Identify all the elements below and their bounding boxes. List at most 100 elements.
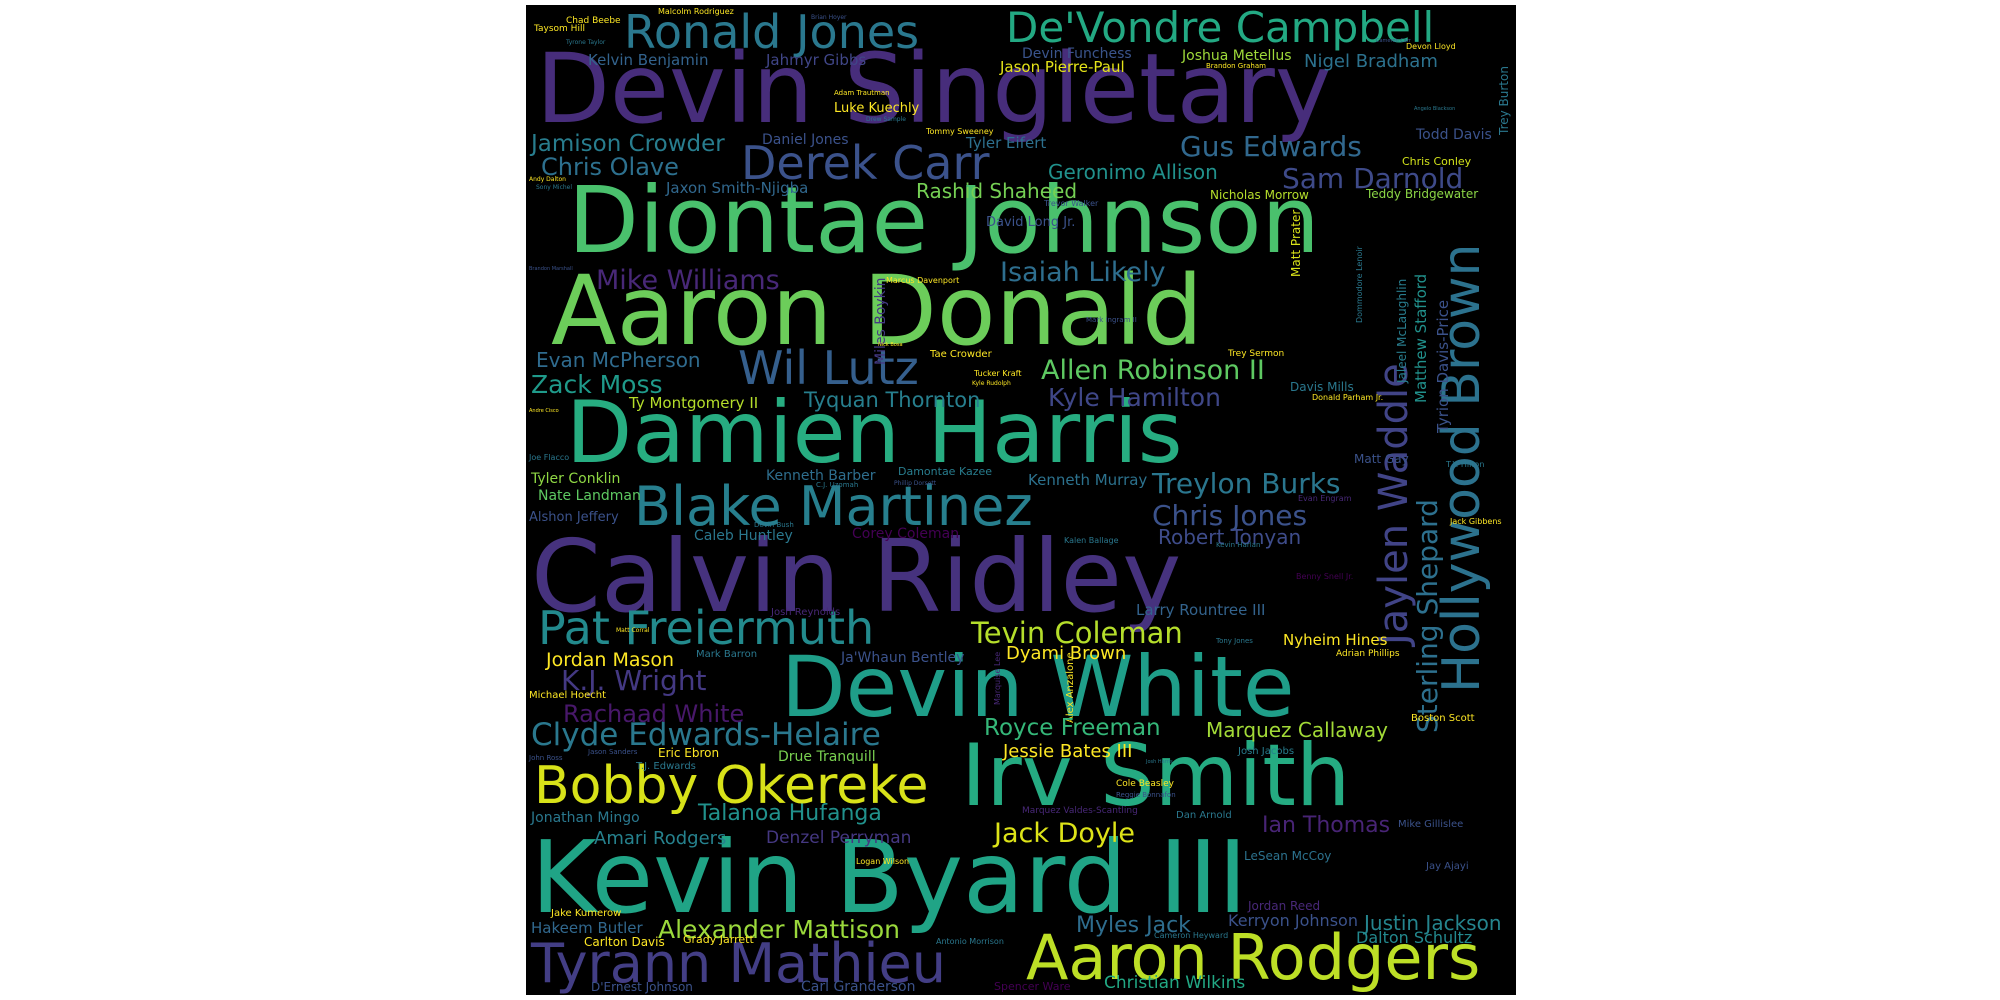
word-trey-sermon: Marcus Davenport [886,276,960,285]
word-malcolm-rodriguez: Malcolm Rodriguez [658,7,734,16]
word-grady-jarrett: Grady Jarrett [683,933,754,946]
word-jay-ajayi: Jay Ajayi [1426,861,1469,872]
word-miles-boykin: Miles Boykin [873,277,889,365]
word-jonathan-mingo: Jonathan Mingo [531,810,640,826]
word-dan-arnold: Dan Arnold [1176,810,1232,821]
word-tyler-conklin: Tyler Conklin [531,471,621,487]
word-tucker-kraft: Tucker Kraft [974,369,1022,378]
word-evan-engram: T.Y. Hilton [1446,460,1485,469]
word-joe-flacco: Joe Flacco [529,453,570,462]
word-marquise-lee: Evan Engram [1298,494,1352,503]
word-marquez-valdes-scantling: Marquez Valdes-Scantling [1022,806,1138,816]
word-carlton-davis: Carlton Davis [584,935,665,949]
word-evan-mcpherson: Evan McPherson [536,348,701,372]
word-trevor-walker: Brandon Graham [1206,62,1266,70]
word-dyami-brown: Dyami Brown [1006,643,1127,664]
word-donald-parham: Mark Ingram II [1086,316,1137,324]
word-gus-edwards: Gus Edwards [1180,130,1362,163]
word-matt-prater: Matt Prater [1289,209,1303,277]
word-adrian-phillips: Adrian Phillips [1336,649,1400,659]
word-devin-bush: Tony Jones [1216,637,1253,645]
word-nick-bosa: Josh Harris [1146,759,1173,765]
word-jaleel-mclaughlin: Jaleel McLaughlin [1395,278,1409,383]
word-matt-gay: Matt Gay [1354,452,1409,466]
word-adam-trautman: Andy Dalton [529,176,566,183]
word-luke-kuechly: Luke Kuechly [834,101,920,116]
word-antonio-morrison: Antonio Morrison [936,937,1004,946]
word-amari-rodgers: Amari Rodgers [594,828,727,849]
word-jaxon-smith-njigba: Jaxon Smith-Njigba [666,179,809,197]
word-matthew-stafford: Matthew Stafford [1412,273,1430,403]
word-mike-williams: Mike Williams [596,265,780,296]
word-drue-tranquill: Drue Tranquill [778,749,876,765]
word-davis-mills: Davis Mills [1290,380,1354,394]
word-eric-ebron: Eric Ebron [658,746,720,760]
word-jordan-reed: Jordan Reed [1248,899,1321,913]
word-nigel-bradham: Nigel Bradham [1304,51,1438,72]
word-brian-hoyer: Cameron Carr [1376,38,1411,44]
word-matt-corral: Devin Bush [754,521,794,529]
word-alshon-jeffery: Alshon Jeffery [529,510,619,525]
word-mike-gillislee: Mike Gillislee [1398,819,1464,830]
word-kelvin-benjamin: Kelvin Benjamin [588,51,709,69]
word-jordan-mason: Jordan Mason [546,649,675,671]
word-drew-sample: Sony Michel [536,184,573,191]
word-trey-burton: Trey Burton [1497,66,1511,135]
word-kyle-hamilton: Kyle Hamilton [1048,383,1221,412]
word-nyheim-hines: Nyheim Hines [1283,631,1388,649]
word-sterling-shepard: Sterling Shepard [1411,499,1444,733]
word-joshua-metellus: Joshua Metellus [1182,48,1292,64]
word-talanoa-hufanga: Talanoa Hufanga [698,801,882,826]
word-michael-hoecht: Michael Hoecht [529,690,607,701]
word-josh-reynolds: Josh Reynolds [771,607,841,618]
word-kenneth-murray: Kenneth Murray [1028,471,1148,489]
word-devondre-campbell: De'Vondre Campbell [1006,5,1435,52]
word-john-ross: Chad Beebe [566,16,621,26]
word-damontae-kazee: Damontae Kazee [898,465,993,478]
word-tyrone-taylor: Angelo Blackson [1414,106,1456,112]
word-kalen-ballage: Kalen Ballage [1064,536,1119,545]
word-christian-wilkins: Christian Wilkins [1104,973,1246,993]
word-brandon-marshall: Tae Crowder [930,349,992,360]
word-jack-gibbens: Jack Gibbens [1450,517,1502,526]
word-corey-coleman: Corey Coleman [852,526,960,542]
word-cloud: Devin Singletary Diontae Johnson Aaron D… [526,5,1516,995]
word-tae-crowder: Reggie Bonnafon [1116,791,1176,799]
word-dalton-schultz: Dalton Schultz [1356,928,1473,947]
word-dernest-johnson: D'Ernest Johnson [591,980,693,994]
word-phillip-dorsett: Nick Bosa [878,342,903,348]
word-dommodore-lenoir: Devon Lloyd [1406,42,1456,51]
word-david-long: David Long Jr. [986,215,1076,230]
word-marquez-callaway: Marquez Callaway [1206,718,1388,742]
word-daniel-jones: Daniel Jones [762,132,849,148]
word-tyquan-thornton: Tyquan Thornton [804,388,981,412]
word-andre-cisco: Phillip Dorsett [894,480,937,487]
word-jake-kumerow: Jake Kumerow [551,908,622,919]
word-ty-montgomery: Ty Montgomery II [629,394,759,412]
word-tony-jones: John Ross [529,754,563,762]
word-denzel-perryman: Denzel Perryman [766,828,912,848]
word-teddy-bridgewater: Teddy Bridgewater [1366,187,1479,201]
word-nicholas-morrow: Nicholas Morrow [1210,188,1309,202]
word-rachaad-white: Rachaad White [563,700,745,728]
word-larry-rountree: Larry Rountree III [1136,601,1266,619]
word-tyrion-davis-price: Tyrion Davis-Price [1434,299,1452,433]
word-marcus-davenport: Dommodore Lenoir [1355,246,1364,323]
word-jason-sanders: Brian Hoyer [811,14,847,21]
word-cameron-heyward: Cameron Heyward [1154,931,1229,940]
word-wil-lutz: Wil Lutz [738,341,919,395]
word-carl-granderson: Carl Granderson [801,979,916,995]
word-ty-hilton: Trey Sermon [1228,349,1285,359]
word-mark-ingram: Trevor Walker [1044,199,1099,208]
word-josh-jacobs: Josh Jacobs [1238,746,1295,757]
word-benny-snell: Mark Barron [696,649,758,660]
word-chris-conley: Chris Conley [1402,155,1472,168]
word-jawhaun-bentley: Ja'Whaun Bentley [841,650,965,666]
word-nate-landman: Nate Landman [538,488,641,504]
word-rashid-shaheed: Rashid Shaheed [916,179,1078,203]
word-tj-edwards: T.J. Edwards [636,761,696,772]
word-romeo-okwara: Marquise Lee [993,651,1002,705]
word-kerryon-johnson: Kerryon Johnson [1228,911,1358,930]
word-jack-doyle: Jack Doyle [994,818,1135,849]
word-jaylen-waddle: Jaylen Waddle [1371,363,1417,645]
